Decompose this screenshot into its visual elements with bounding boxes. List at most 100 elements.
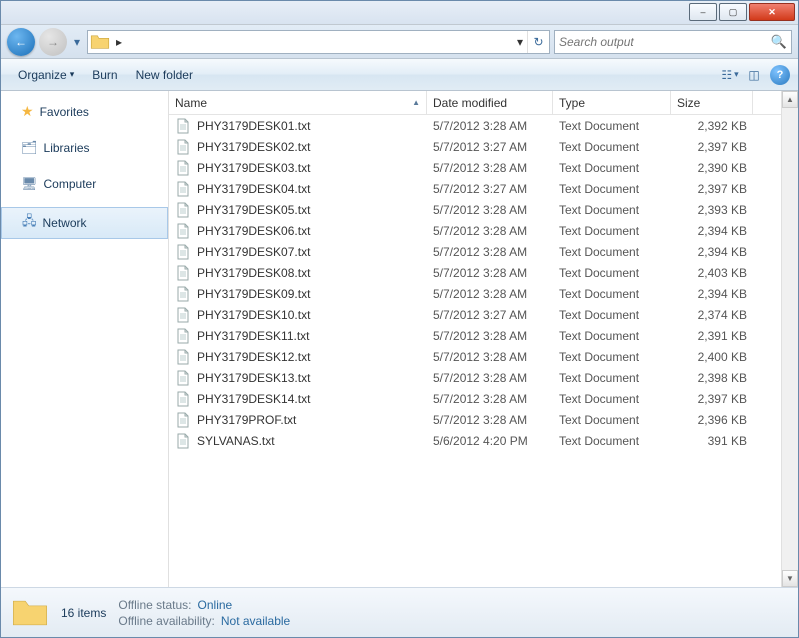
file-name: PHY3179DESK04.txt bbox=[197, 182, 310, 196]
file-row[interactable]: PHY3179DESK04.txt5/7/2012 3:27 AMText Do… bbox=[169, 178, 798, 199]
file-row[interactable]: PHY3179DESK09.txt5/7/2012 3:28 AMText Do… bbox=[169, 283, 798, 304]
file-row[interactable]: PHY3179DESK05.txt5/7/2012 3:28 AMText Do… bbox=[169, 199, 798, 220]
file-date: 5/7/2012 3:27 AM bbox=[427, 308, 553, 322]
breadcrumb-dropdown[interactable]: ▾ bbox=[513, 35, 527, 49]
title-bar: – ▢ ✕ bbox=[1, 1, 798, 25]
file-type: Text Document bbox=[553, 119, 671, 133]
search-input[interactable] bbox=[559, 35, 771, 49]
file-type: Text Document bbox=[553, 245, 671, 259]
scroll-down-button[interactable]: ▼ bbox=[782, 570, 798, 587]
nav-computer[interactable]: 🖥 Computer bbox=[1, 172, 168, 196]
file-type: Text Document bbox=[553, 224, 671, 238]
file-row[interactable]: PHY3179DESK02.txt5/7/2012 3:27 AMText Do… bbox=[169, 136, 798, 157]
address-bar[interactable]: ▸ ▾ ↻ bbox=[87, 30, 550, 54]
search-icon[interactable]: 🔍 bbox=[771, 34, 787, 50]
text-file-icon bbox=[175, 349, 191, 365]
file-type: Text Document bbox=[553, 308, 671, 322]
file-size: 391 KB bbox=[671, 434, 753, 448]
file-name: PHY3179DESK11.txt bbox=[197, 329, 310, 343]
help-button[interactable]: ? bbox=[770, 65, 790, 85]
file-row[interactable]: SYLVANAS.txt5/6/2012 4:20 PMText Documen… bbox=[169, 430, 798, 451]
organize-label: Organize bbox=[18, 68, 67, 82]
file-row[interactable]: PHY3179PROF.txt5/7/2012 3:28 AMText Docu… bbox=[169, 409, 798, 430]
arrow-left-icon: ← bbox=[15, 35, 27, 49]
history-dropdown[interactable]: ▾ bbox=[71, 35, 83, 49]
file-name: PHY3179DESK02.txt bbox=[197, 140, 310, 154]
file-date: 5/7/2012 3:28 AM bbox=[427, 266, 553, 280]
new-folder-button[interactable]: New folder bbox=[127, 63, 202, 87]
file-size: 2,391 KB bbox=[671, 329, 753, 343]
network-icon: 🖧 bbox=[22, 212, 37, 234]
nav-libraries[interactable]: 🗂 Libraries bbox=[1, 136, 168, 160]
breadcrumb-arrow[interactable]: ▸ bbox=[112, 35, 126, 49]
search-box[interactable]: 🔍 bbox=[554, 30, 792, 54]
text-file-icon bbox=[175, 181, 191, 197]
file-row[interactable]: PHY3179DESK08.txt5/7/2012 3:28 AMText Do… bbox=[169, 262, 798, 283]
offline-status-label: Offline status: bbox=[118, 598, 191, 612]
navigation-pane: ★ Favorites 🗂 Libraries 🖥 Computer 🖧 Net… bbox=[1, 91, 169, 587]
text-file-icon bbox=[175, 370, 191, 386]
column-headers: Name ▲ Date modified Type Size bbox=[169, 91, 798, 115]
text-file-icon bbox=[175, 265, 191, 281]
file-size: 2,392 KB bbox=[671, 119, 753, 133]
column-size[interactable]: Size bbox=[671, 91, 753, 114]
back-button[interactable]: ← bbox=[7, 28, 35, 56]
libraries-icon: 🗂 bbox=[21, 140, 38, 156]
file-date: 5/7/2012 3:27 AM bbox=[427, 182, 553, 196]
item-count: 16 items bbox=[61, 606, 106, 620]
preview-pane-button[interactable]: ◫ bbox=[742, 63, 766, 87]
text-file-icon bbox=[175, 391, 191, 407]
file-date: 5/7/2012 3:28 AM bbox=[427, 350, 553, 364]
folder-icon bbox=[11, 594, 49, 632]
close-button[interactable]: ✕ bbox=[749, 3, 795, 21]
file-row[interactable]: PHY3179DESK06.txt 5/7/2012 3:28 AMText Do… bbox=[169, 220, 798, 241]
nav-favorites[interactable]: ★ Favorites bbox=[1, 99, 168, 124]
file-list-pane: Name ▲ Date modified Type Size PHY3179DE… bbox=[169, 91, 798, 587]
file-row[interactable]: PHY3179DESK12.txt5/7/2012 3:28 AMText Do… bbox=[169, 346, 798, 367]
file-row[interactable]: PHY3179DESK03.txt5/7/2012 3:28 AMText Do… bbox=[169, 157, 798, 178]
refresh-button[interactable]: ↻ bbox=[527, 31, 549, 53]
folder-icon bbox=[90, 32, 110, 52]
nav-computer-label: Computer bbox=[44, 177, 97, 191]
file-name: PHY3179DESK12.txt bbox=[197, 350, 310, 364]
toolbar: Organize ▾ Burn New folder ☷ ▾ ◫ ? bbox=[1, 59, 798, 91]
file-date: 5/7/2012 3:28 AM bbox=[427, 371, 553, 385]
file-size: 2,394 KB bbox=[671, 287, 753, 301]
text-file-icon bbox=[175, 286, 191, 302]
file-type: Text Document bbox=[553, 287, 671, 301]
file-row[interactable]: PHY3179DESK01.txt5/7/2012 3:28 AMText Do… bbox=[169, 115, 798, 136]
list-view-icon: ☷ bbox=[721, 68, 732, 82]
nav-network-label: Network bbox=[43, 216, 87, 230]
minimize-button[interactable]: – bbox=[689, 3, 717, 21]
file-date: 5/7/2012 3:27 AM bbox=[427, 140, 553, 154]
column-name[interactable]: Name ▲ bbox=[169, 91, 427, 114]
file-size: 2,397 KB bbox=[671, 182, 753, 196]
file-row[interactable]: PHY3179DESK11.txt5/7/2012 3:28 AMText Do… bbox=[169, 325, 798, 346]
computer-icon: 🖥 bbox=[21, 176, 38, 192]
column-date[interactable]: Date modified bbox=[427, 91, 553, 114]
file-date: 5/7/2012 3:28 AM bbox=[427, 119, 553, 133]
column-type[interactable]: Type bbox=[553, 91, 671, 114]
column-name-label: Name bbox=[175, 96, 207, 110]
file-name: PHY3179DESK03.txt bbox=[197, 161, 310, 175]
offline-availability-label: Offline availability: bbox=[118, 614, 215, 628]
view-options-button[interactable]: ☷ ▾ bbox=[718, 63, 742, 87]
maximize-button[interactable]: ▢ bbox=[719, 3, 747, 21]
burn-button[interactable]: Burn bbox=[83, 63, 126, 87]
file-type: Text Document bbox=[553, 203, 671, 217]
organize-button[interactable]: Organize ▾ bbox=[9, 63, 83, 87]
file-row[interactable]: PHY3179DESK14.txt5/7/2012 3:28 AMText Do… bbox=[169, 388, 798, 409]
file-row[interactable]: PHY3179DESK07.txt5/7/2012 3:28 AMText Do… bbox=[169, 241, 798, 262]
forward-button[interactable]: → bbox=[39, 28, 67, 56]
file-row[interactable]: PHY3179DESK13.txt5/7/2012 3:28 AMText Do… bbox=[169, 367, 798, 388]
file-date: 5/7/2012 3:28 AM bbox=[427, 161, 553, 175]
file-name: PHY3179DESK06.txt bbox=[197, 224, 310, 238]
file-row[interactable]: PHY3179DESK10.txt5/7/2012 3:27 AMText Do… bbox=[169, 304, 798, 325]
file-size: 2,390 KB bbox=[671, 161, 753, 175]
text-file-icon bbox=[175, 307, 191, 323]
vertical-scrollbar[interactable]: ▲ ▼ bbox=[781, 91, 798, 587]
scroll-up-button[interactable]: ▲ bbox=[782, 91, 798, 108]
nav-network[interactable]: 🖧 Network bbox=[1, 207, 168, 239]
file-date: 5/7/2012 3:28 AM bbox=[427, 224, 553, 238]
file-date: 5/7/2012 3:28 AM bbox=[427, 329, 553, 343]
